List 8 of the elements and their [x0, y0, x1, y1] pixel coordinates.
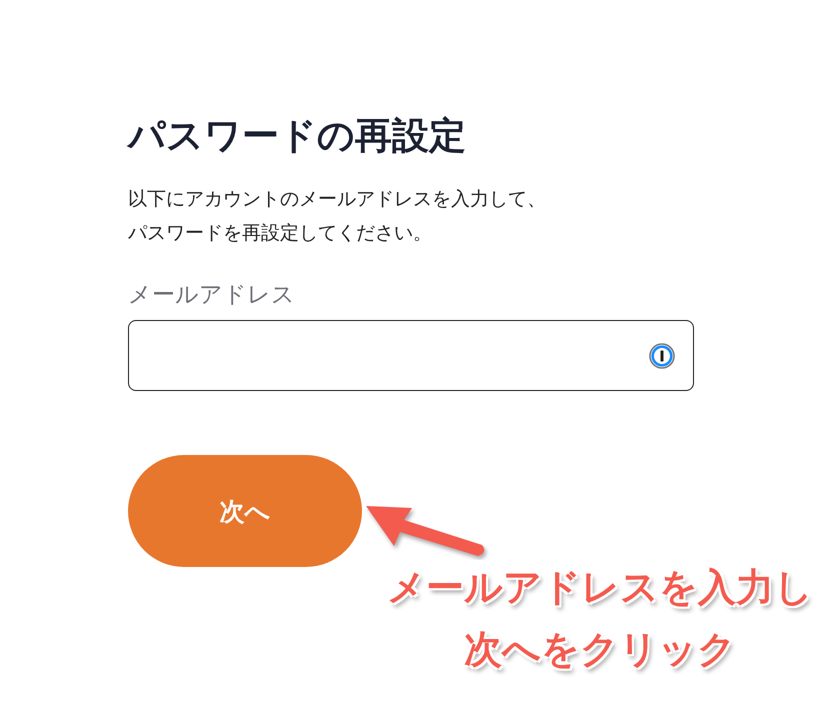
- password-manager-icon[interactable]: [649, 342, 675, 368]
- page-title: パスワードの再設定: [128, 113, 466, 159]
- description-text: 以下にアカウントのメールアドレスを入力して、 パスワードを再設定してください。: [128, 187, 546, 246]
- email-input-field[interactable]: [128, 320, 694, 391]
- annotation-text: 次へをクリック: [464, 626, 736, 673]
- next-button[interactable]: 次へ: [128, 455, 362, 567]
- annotation-text: メールアドレスを入力し: [387, 564, 813, 611]
- field-label: メールアドレス: [128, 281, 295, 310]
